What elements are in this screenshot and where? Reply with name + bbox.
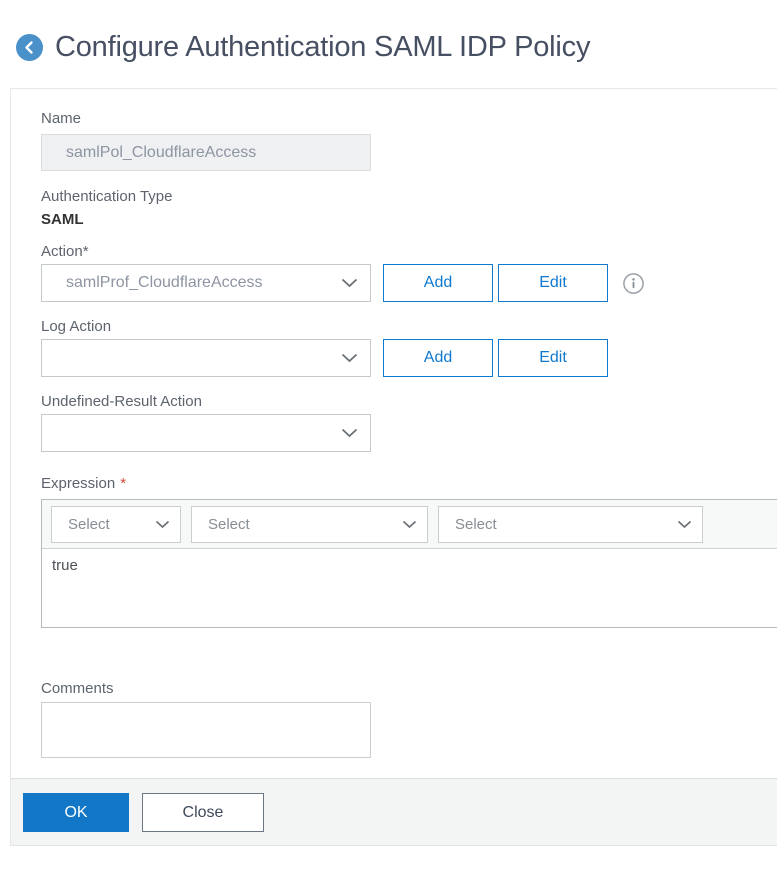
log-action-add-button[interactable]: Add bbox=[383, 339, 493, 377]
expression-select-2[interactable]: Select bbox=[191, 505, 428, 543]
chevron-down-icon bbox=[677, 520, 692, 529]
chevron-down-icon bbox=[402, 520, 417, 529]
expression-select-1-value: Select bbox=[68, 515, 110, 533]
action-label: Action* bbox=[41, 243, 89, 260]
chevron-down-icon bbox=[155, 520, 170, 529]
required-asterisk: * bbox=[120, 475, 127, 492]
log-action-select[interactable] bbox=[41, 339, 371, 377]
name-input[interactable] bbox=[41, 134, 371, 171]
back-button[interactable] bbox=[16, 33, 43, 61]
form-panel: Name Authentication Type SAML Action* sa… bbox=[10, 88, 777, 846]
name-field-group: Name bbox=[41, 109, 777, 171]
authentication-type-label: Authentication Type bbox=[41, 188, 173, 205]
info-icon[interactable] bbox=[622, 272, 645, 295]
comments-input[interactable] bbox=[41, 702, 371, 758]
expression-field-group: Expression * Select Select Select true bbox=[41, 474, 777, 628]
authentication-type-group: Authentication Type SAML bbox=[41, 187, 777, 229]
expression-select-3[interactable]: Select bbox=[438, 505, 703, 543]
chevron-down-icon bbox=[341, 428, 358, 438]
expression-label-text: Expression bbox=[41, 475, 116, 492]
comments-label: Comments bbox=[41, 680, 114, 697]
page-title: Configure Authentication SAML IDP Policy bbox=[55, 30, 591, 63]
expression-select-3-value: Select bbox=[455, 515, 497, 533]
chevron-down-icon bbox=[341, 353, 358, 363]
close-button[interactable]: Close bbox=[142, 793, 264, 832]
expression-toolbar: Select Select Select bbox=[42, 500, 777, 549]
expression-label: Expression * bbox=[41, 474, 777, 494]
undefined-result-action-group: Undefined-Result Action bbox=[41, 392, 777, 452]
arrow-left-icon bbox=[22, 40, 37, 55]
log-action-field-group: Log Action Add Edit bbox=[41, 317, 777, 377]
name-label: Name bbox=[41, 110, 82, 127]
page-header: Configure Authentication SAML IDP Policy bbox=[0, 0, 777, 88]
action-select-value: samlProf_CloudflareAccess bbox=[66, 274, 263, 291]
log-action-label: Log Action bbox=[41, 318, 112, 335]
action-add-button[interactable]: Add bbox=[383, 264, 493, 302]
expression-select-2-value: Select bbox=[208, 515, 250, 533]
expression-select-1[interactable]: Select bbox=[51, 505, 181, 543]
authentication-type-value: SAML bbox=[41, 211, 84, 228]
undefined-result-action-label: Undefined-Result Action bbox=[41, 393, 202, 410]
action-edit-button[interactable]: Edit bbox=[498, 264, 608, 302]
comments-field-group: Comments bbox=[41, 679, 777, 758]
log-action-edit-button[interactable]: Edit bbox=[498, 339, 608, 377]
undefined-result-action-select[interactable] bbox=[41, 414, 371, 452]
action-select[interactable]: samlProf_CloudflareAccess bbox=[41, 264, 371, 302]
expression-editor: Select Select Select true bbox=[41, 499, 777, 628]
form-footer: OK Close bbox=[11, 778, 777, 846]
expression-input[interactable]: true bbox=[42, 549, 777, 627]
chevron-down-icon bbox=[341, 278, 358, 288]
ok-button[interactable]: OK bbox=[23, 793, 129, 832]
action-field-group: Action* samlProf_CloudflareAccess Add Ed… bbox=[41, 242, 777, 302]
